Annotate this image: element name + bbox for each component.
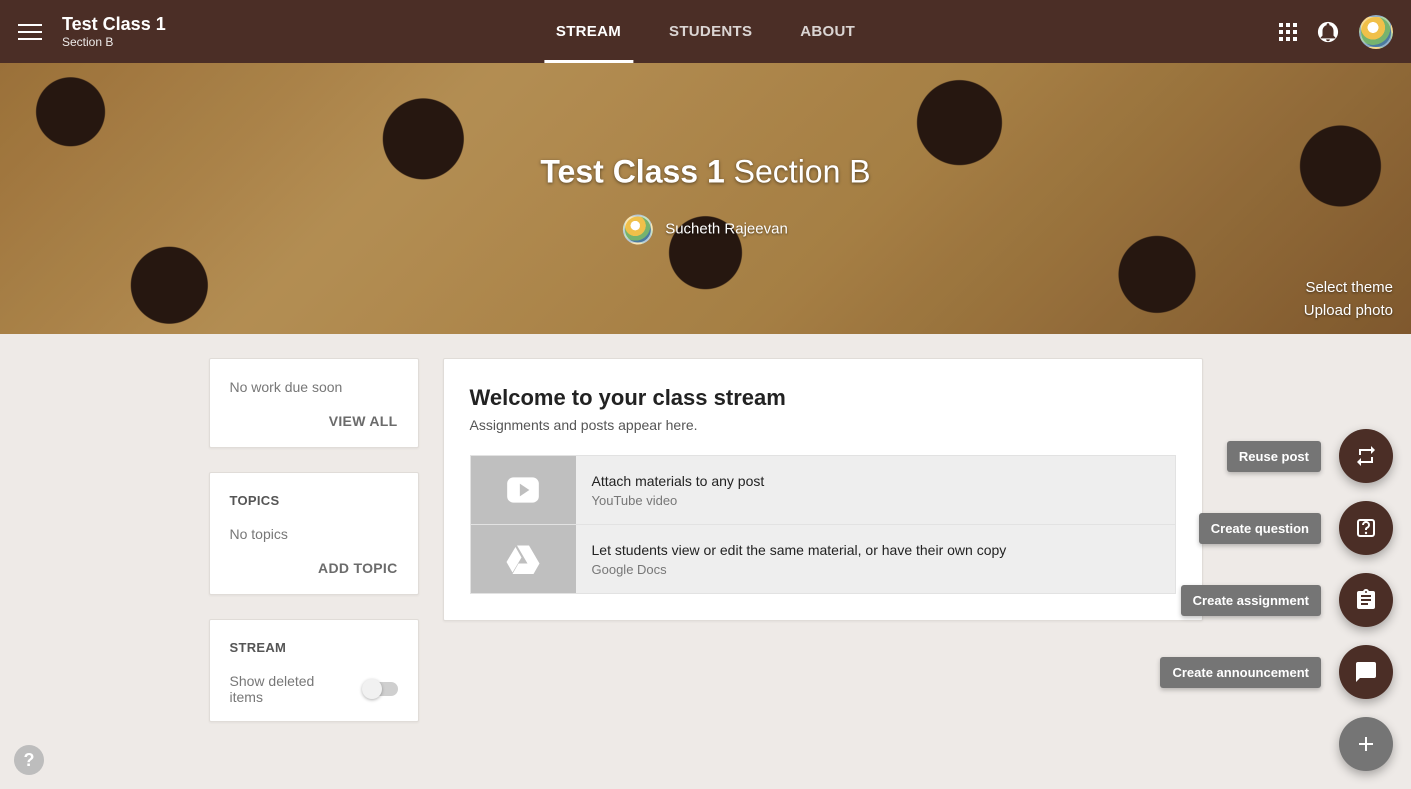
tip-row[interactable]: Let students view or edit the same mater… — [470, 525, 1176, 594]
tab-students[interactable]: STUDENTS — [669, 0, 752, 63]
class-section: Section B — [62, 35, 166, 49]
banner-center: Test Class 1 Section B Sucheth Rajeevan — [540, 153, 870, 244]
play-icon — [471, 456, 576, 524]
reuse-icon — [1354, 444, 1378, 468]
main-column: Welcome to your class stream Assignments… — [443, 358, 1203, 621]
user-avatar[interactable] — [1359, 15, 1393, 49]
fab-label-announcement: Create announcement — [1160, 657, 1321, 688]
tip-row[interactable]: Attach materials to any post YouTube vid… — [470, 455, 1176, 525]
banner-teacher: Sucheth Rajeevan — [540, 214, 870, 244]
no-work-text: No work due soon — [230, 379, 398, 395]
welcome-card: Welcome to your class stream Assignments… — [443, 358, 1203, 621]
tab-stream[interactable]: STREAM — [556, 0, 621, 63]
topics-card: TOPICS No topics ADD TOPIC — [209, 472, 419, 595]
create-fab[interactable] — [1339, 717, 1393, 771]
left-column: No work due soon VIEW ALL TOPICS No topi… — [209, 358, 419, 722]
create-announcement-fab[interactable] — [1339, 645, 1393, 699]
hamburger-menu-icon[interactable] — [18, 20, 42, 44]
topbar-right — [1279, 15, 1393, 49]
create-question-fab[interactable] — [1339, 501, 1393, 555]
announcement-icon — [1354, 660, 1378, 684]
show-deleted-toggle[interactable] — [364, 682, 398, 696]
select-theme-link[interactable]: Select theme — [1304, 277, 1393, 300]
class-name: Test Class 1 — [62, 14, 166, 36]
tab-about[interactable]: ABOUT — [800, 0, 855, 63]
plus-icon — [1354, 732, 1378, 756]
class-title-block[interactable]: Test Class 1 Section B — [62, 14, 166, 50]
apps-icon[interactable] — [1279, 23, 1297, 41]
class-banner: Test Class 1 Section B Sucheth Rajeevan … — [0, 63, 1411, 334]
notifications-icon[interactable] — [1317, 21, 1339, 43]
nav-tabs: STREAM STUDENTS ABOUT — [556, 0, 855, 63]
assignment-icon — [1354, 588, 1378, 612]
reuse-post-fab[interactable] — [1339, 429, 1393, 483]
fab-label-reuse: Reuse post — [1227, 441, 1321, 472]
fab-speed-dial: Create announcement Create assignment Cr… — [1160, 429, 1393, 771]
tip-title: Attach materials to any post — [592, 473, 765, 489]
upload-photo-link[interactable]: Upload photo — [1304, 300, 1393, 323]
fab-label-assignment: Create assignment — [1181, 585, 1321, 616]
banner-title: Test Class 1 Section B — [540, 153, 870, 190]
welcome-subtitle: Assignments and posts appear here. — [470, 417, 1176, 433]
stream-settings-card: STREAM Show deleted items — [209, 619, 419, 722]
drive-icon — [471, 525, 576, 593]
banner-links: Select theme Upload photo — [1304, 277, 1393, 322]
show-deleted-label: Show deleted items — [230, 673, 352, 705]
tip-subtitle: YouTube video — [592, 493, 765, 508]
teacher-name: Sucheth Rajeevan — [665, 221, 788, 238]
teacher-avatar — [623, 214, 653, 244]
welcome-title: Welcome to your class stream — [470, 385, 1176, 411]
top-bar: Test Class 1 Section B STREAM STUDENTS A… — [0, 0, 1411, 63]
banner-title-light: Section B — [734, 153, 871, 189]
banner-title-bold: Test Class 1 — [540, 153, 724, 189]
tip-subtitle: Google Docs — [592, 562, 1007, 577]
tip-title: Let students view or edit the same mater… — [592, 542, 1007, 558]
stream-heading: STREAM — [230, 640, 398, 655]
create-assignment-fab[interactable] — [1339, 573, 1393, 627]
topics-heading: TOPICS — [230, 493, 398, 508]
view-all-button[interactable]: VIEW ALL — [329, 413, 398, 429]
no-topics-text: No topics — [230, 526, 398, 542]
add-topic-button[interactable]: ADD TOPIC — [318, 560, 397, 576]
fab-label-question: Create question — [1199, 513, 1321, 544]
help-icon[interactable]: ? — [14, 745, 44, 775]
question-icon — [1354, 516, 1378, 540]
upcoming-card: No work due soon VIEW ALL — [209, 358, 419, 448]
